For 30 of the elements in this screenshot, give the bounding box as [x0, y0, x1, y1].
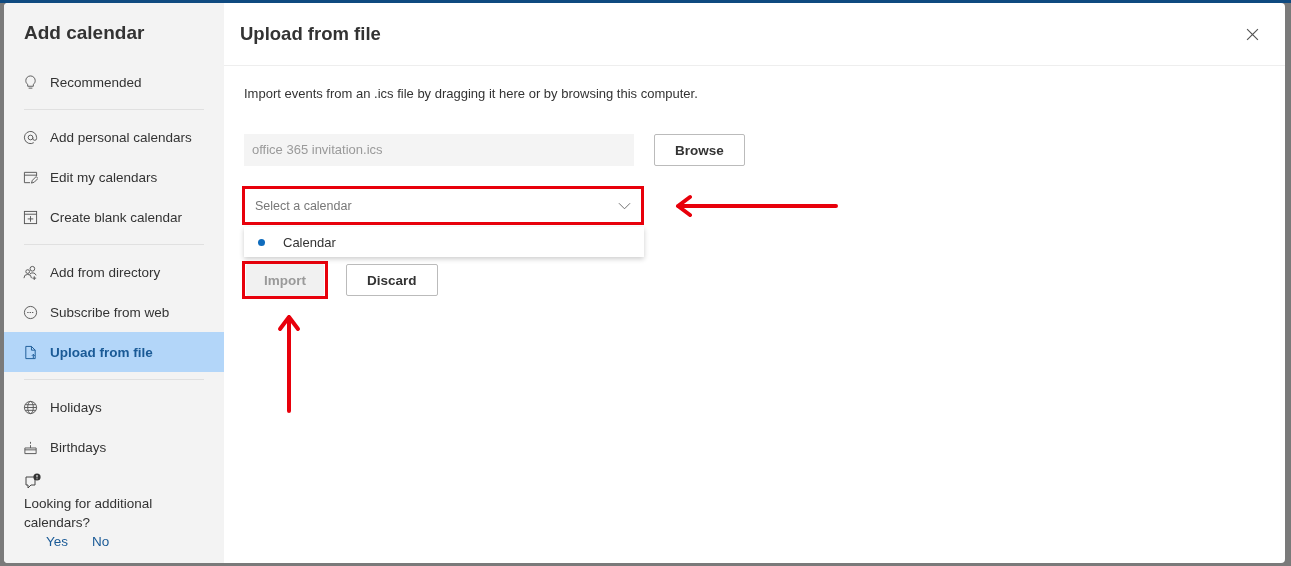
feedback-question: Looking for additional calendars? — [24, 495, 154, 532]
feedback-link[interactable]: Yes — [46, 534, 69, 549]
sidebar-item[interactable]: Recommended — [4, 62, 224, 102]
sidebar-item[interactable]: Upload from file — [4, 332, 224, 372]
sidebar-item[interactable]: Edit my calendars — [4, 157, 224, 197]
dropdown-option[interactable]: Calendar — [244, 227, 644, 257]
at-sign-icon — [23, 129, 38, 145]
browse-button[interactable]: Browse — [654, 134, 745, 166]
sidebar-item[interactable]: Birthdays — [4, 427, 224, 467]
discard-button[interactable]: Discard — [346, 264, 438, 296]
globe-icon — [23, 399, 38, 415]
edit-calendar-icon — [23, 169, 38, 185]
sidebar-item[interactable]: Add personal calendars — [4, 117, 224, 157]
lightbulb-icon — [23, 74, 38, 90]
sidebar-item[interactable]: Subscribe from web — [4, 292, 224, 332]
close-icon[interactable] — [1246, 27, 1259, 41]
cake-icon — [23, 439, 38, 455]
circle-dots-icon — [23, 304, 38, 320]
feedback-icon — [24, 473, 42, 491]
sidebar-item[interactable]: Create blank calendar — [4, 197, 224, 237]
sidebar-item[interactable]: Holidays — [4, 387, 224, 427]
panel-title: Upload from file — [240, 23, 381, 45]
file-icon — [23, 344, 38, 360]
add-calendar-icon — [23, 209, 38, 225]
feedback-link[interactable]: No — [92, 534, 110, 549]
people-icon — [23, 264, 38, 280]
chevron-down-icon — [618, 201, 631, 210]
description-text: Import events from an .ics file by dragging it here or by browsing this computer. — [244, 86, 699, 101]
sidebar-item[interactable]: Add from directory — [4, 252, 224, 292]
sidebar-title: Add calendar — [24, 22, 146, 44]
